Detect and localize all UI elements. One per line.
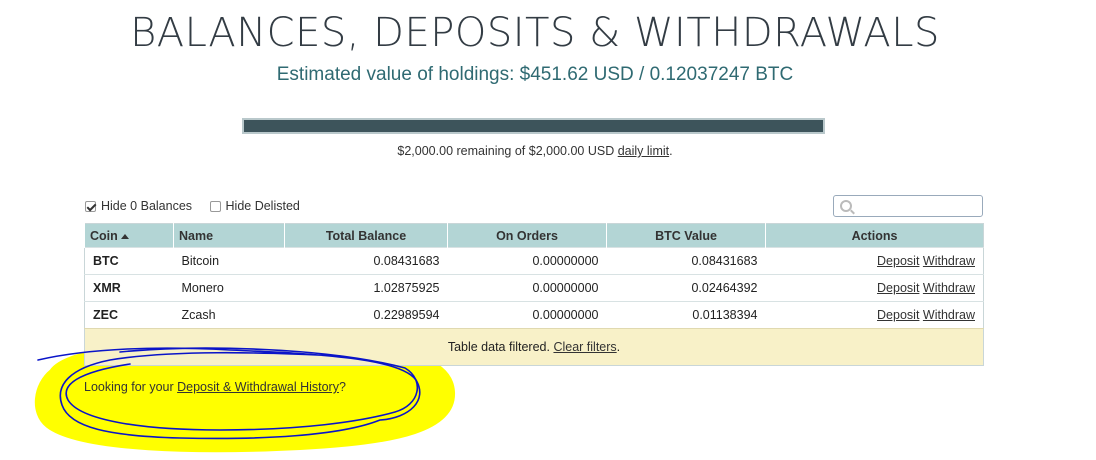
- withdraw-link[interactable]: Withdraw: [923, 281, 975, 295]
- withdraw-link[interactable]: Withdraw: [923, 254, 975, 268]
- table-row: XMR Monero 1.02875925 0.00000000 0.02464…: [84, 274, 984, 302]
- search-icon: [840, 200, 852, 212]
- deposit-withdrawal-history-link[interactable]: Deposit & Withdrawal History: [177, 380, 339, 394]
- on-orders-cell: 0.00000000: [447, 301, 607, 329]
- filter-notice: Table data filtered. Clear filters.: [84, 328, 984, 366]
- coin-cell: XMR: [84, 274, 174, 302]
- hide-delisted-toggle[interactable]: Hide Delisted: [209, 199, 300, 213]
- coin-cell: ZEC: [84, 301, 174, 329]
- balances-table: Coin Name Total Balance On Orders BTC Va…: [84, 223, 984, 366]
- btc-value-cell: 0.08431683: [606, 247, 766, 275]
- deposit-link[interactable]: Deposit: [877, 308, 919, 322]
- deposit-link[interactable]: Deposit: [877, 281, 919, 295]
- balance-filters: Hide 0 Balances Hide Delisted: [85, 199, 314, 215]
- coin-cell: BTC: [84, 247, 174, 275]
- filter-notice-suffix: .: [616, 340, 621, 354]
- column-header-on-orders[interactable]: On Orders: [447, 223, 607, 248]
- deposit-link[interactable]: Deposit: [877, 254, 919, 268]
- table-row: BTC Bitcoin 0.08431683 0.00000000 0.0843…: [84, 247, 984, 275]
- daily-limit-progress-bar: [242, 118, 825, 134]
- total-balance-cell: 1.02875925: [284, 274, 448, 302]
- clear-filters-link[interactable]: Clear filters: [553, 340, 616, 354]
- column-header-actions: Actions: [765, 223, 984, 248]
- column-header-coin[interactable]: Coin: [84, 223, 174, 248]
- column-header-total-balance[interactable]: Total Balance: [284, 223, 448, 248]
- column-header-btc-value[interactable]: BTC Value: [606, 223, 766, 248]
- history-prefix: Looking for your: [84, 380, 178, 394]
- column-header-name[interactable]: Name: [173, 223, 285, 248]
- history-suffix: ?: [338, 380, 346, 394]
- actions-cell: Deposit Withdraw: [765, 274, 984, 302]
- hide-zero-balances-toggle[interactable]: Hide 0 Balances: [85, 199, 192, 213]
- name-cell: Monero: [173, 274, 285, 302]
- hide-delisted-label: Hide Delisted: [225, 199, 300, 213]
- history-prompt: Looking for your Deposit & Withdrawal Hi…: [84, 380, 346, 394]
- total-balance-cell: 0.08431683: [284, 247, 448, 275]
- name-cell: Bitcoin: [173, 247, 285, 275]
- daily-limit-link[interactable]: daily limit: [618, 144, 669, 158]
- sort-ascending-icon: [120, 233, 129, 239]
- total-balance-cell: 0.22989594: [284, 301, 448, 329]
- btc-value-cell: 0.01138394: [606, 301, 766, 329]
- withdraw-link[interactable]: Withdraw: [923, 308, 975, 322]
- holdings-estimate: Estimated value of holdings: $451.62 USD…: [276, 64, 794, 85]
- on-orders-cell: 0.00000000: [447, 274, 607, 302]
- name-cell: Zcash: [173, 301, 285, 329]
- filter-notice-text: Table data filtered.: [447, 340, 554, 354]
- actions-cell: Deposit Withdraw: [765, 301, 984, 329]
- table-row: ZEC Zcash 0.22989594 0.00000000 0.011383…: [84, 301, 984, 329]
- limit-remaining-text: $2,000.00 remaining of $2,000.00 USD: [397, 144, 618, 158]
- limit-suffix: .: [669, 144, 673, 158]
- actions-cell: Deposit Withdraw: [765, 247, 984, 275]
- btc-value-cell: 0.02464392: [606, 274, 766, 302]
- daily-limit-text: $2,000.00 remaining of $2,000.00 USD dai…: [0, 144, 1070, 158]
- page-title: BALANCES, DEPOSITS & WITHDRAWALS: [130, 10, 940, 56]
- hide-delisted-checkbox[interactable]: [209, 200, 221, 212]
- on-orders-cell: 0.00000000: [447, 247, 607, 275]
- hide-zero-label: Hide 0 Balances: [101, 199, 193, 213]
- hide-zero-checkbox[interactable]: [85, 200, 96, 212]
- filter-notice-row: Table data filtered. Clear filters.: [84, 328, 984, 366]
- search-input[interactable]: [833, 195, 983, 217]
